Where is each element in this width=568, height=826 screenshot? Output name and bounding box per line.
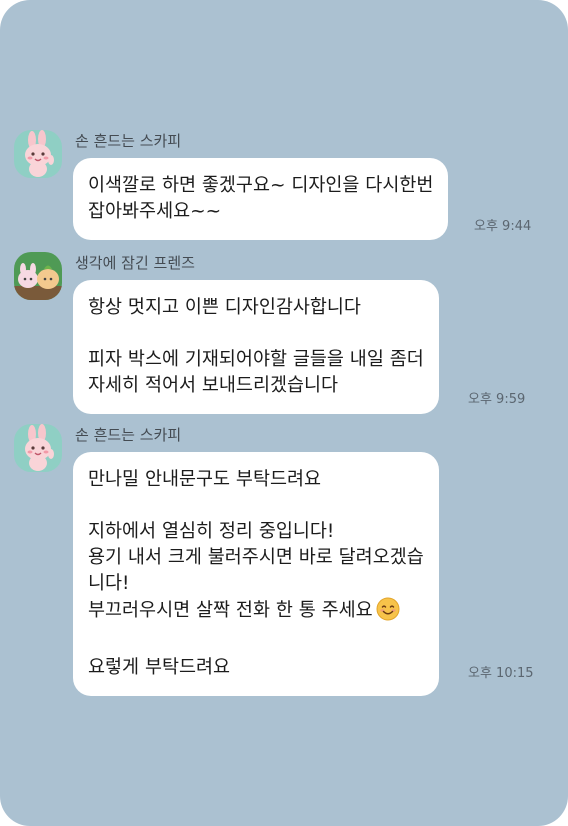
- friends-thinking-icon[interactable]: [14, 252, 62, 300]
- message-time: 오후 9:59: [468, 392, 526, 407]
- rabbit-waving-icon[interactable]: [14, 424, 62, 472]
- message-line: 피자 박스에 기재되어야할 글들을 내일 좀더: [88, 349, 424, 370]
- sender-name: 손 흔드는 스카피: [75, 426, 182, 444]
- smiling-face-emoji-icon: [376, 597, 400, 629]
- message-bubble[interactable]: 이색깔로 하면 좋겠구요~ 디자인을 다시한번 잡아봐주세요~~: [73, 158, 449, 240]
- message-line: [88, 321, 424, 347]
- message-line: 지하에서 열심히 정리 중입니다!: [88, 521, 335, 542]
- message-bubble[interactable]: 만나밀 안내문구도 부탁드려요 지하에서 열심히 정리 중입니다! 용기 내서 …: [73, 452, 439, 696]
- message-line: 이색깔로 하면 좋겠구요~ 디자인을 다시한번: [88, 175, 434, 196]
- message-line: [88, 493, 424, 519]
- message-line: 잡아봐주세요~~: [88, 201, 222, 222]
- message-line: 요렇게 부탁드려요: [88, 657, 231, 678]
- message-time: 오후 9:44: [474, 219, 532, 234]
- message-line: [88, 629, 424, 655]
- message-line: 자세히 적어서 보내드리겠습니다: [88, 375, 339, 396]
- sender-name: 손 흔드는 스카피: [75, 132, 182, 150]
- message-line: 항상 멋지고 이쁜 디자인감사합니다: [88, 297, 361, 318]
- message-line: 니다!: [88, 573, 130, 594]
- message-line: 만나밀 안내문구도 부탁드려요: [88, 469, 322, 490]
- message-time: 오후 10:15: [468, 666, 534, 681]
- rabbit-waving-icon[interactable]: [14, 130, 62, 178]
- message-line-with-emoji: 부끄러우시면 살짝 전화 한 통 주세요: [88, 597, 424, 629]
- sender-name: 생각에 잠긴 프렌즈: [75, 254, 195, 272]
- message-line: 용기 내서 크게 불러주시면 바로 달려오겠습: [88, 547, 424, 568]
- message-bubble[interactable]: 항상 멋지고 이쁜 디자인감사합니다 피자 박스에 기재되어야할 글들을 내일 …: [73, 280, 439, 414]
- message-text: 부끄러우시면 살짝 전화 한 통 주세요: [88, 600, 373, 621]
- chat-screen: 손 흔드는 스카피 이색깔로 하면 좋겠구요~ 디자인을 다시한번 잡아봐주세요…: [0, 0, 568, 826]
